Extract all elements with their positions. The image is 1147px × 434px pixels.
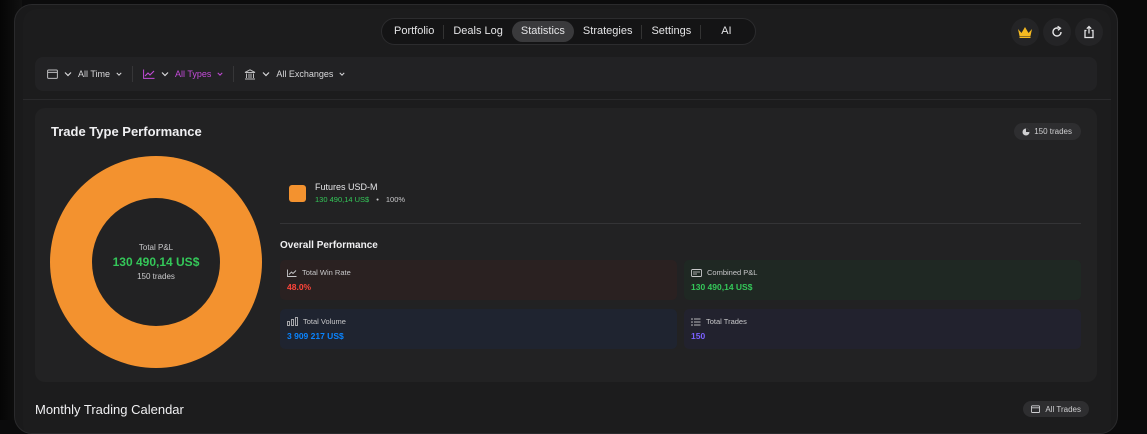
combined-pnl-stat: Combined P&L 130 490,14 US$ [684, 260, 1081, 300]
list-icon [691, 317, 701, 326]
total-pnl-value: 130 490,14 US$ [112, 255, 200, 269]
win-rate-value: 48.0% [287, 282, 312, 292]
refresh-icon[interactable] [1043, 18, 1071, 46]
legend-name: Futures USD-M [315, 182, 378, 192]
bar-chart-icon [287, 317, 298, 326]
total-trades-stat: Total Trades 150 [684, 309, 1081, 349]
total-pnl-label: Total P&L [138, 243, 174, 252]
exchange-filter[interactable]: All Exchanges [244, 68, 346, 80]
banknote-icon [691, 268, 702, 277]
win-rate-label: Total Win Rate [302, 268, 351, 277]
chevron-down-icon [64, 72, 72, 77]
calendar-icon [47, 69, 58, 79]
chevron-down-icon [262, 72, 270, 77]
filter-divider [132, 66, 134, 82]
app-content: Portfolio Deals Log Statistics Strategie… [23, 9, 1111, 433]
legend-separator: • [376, 195, 379, 204]
trades-count-badge: 150 trades [1014, 123, 1081, 140]
chevron-down-icon [217, 72, 223, 76]
top-nav: Portfolio Deals Log Statistics Strategie… [381, 18, 756, 45]
tab-settings[interactable]: Settings [642, 21, 700, 42]
combined-pnl-label: Combined P&L [707, 268, 758, 277]
tab-ai[interactable]: AI [701, 21, 751, 42]
time-filter-label: All Time [78, 69, 111, 79]
calendar-icon [1031, 405, 1041, 413]
total-trades-text: 150 trades [137, 272, 175, 281]
crown-icon[interactable] [1011, 18, 1039, 46]
header-divider [23, 99, 1111, 100]
total-volume-value: 3 909 217 US$ [287, 331, 344, 341]
chevron-down-icon [339, 72, 346, 76]
chart-line-icon [143, 69, 155, 79]
type-filter-label: All Types [175, 69, 212, 79]
all-trades-filter[interactable]: All Trades [1023, 401, 1089, 417]
bank-icon [245, 68, 256, 79]
type-filter[interactable]: All Types [143, 69, 223, 79]
total-volume-label: Total Volume [303, 317, 346, 326]
legend-item: Futures USD-M 130 490,14 US$ • 100% [289, 182, 405, 204]
total-volume-stat: Total Volume 3 909 217 US$ [280, 309, 677, 349]
legend-swatch [289, 184, 306, 202]
tab-statistics[interactable]: Statistics [511, 21, 574, 42]
top-actions [1011, 18, 1103, 46]
exchange-filter-label: All Exchanges [276, 69, 334, 79]
app-window: Portfolio Deals Log Statistics Strategie… [14, 4, 1118, 434]
chevron-down-icon [116, 72, 122, 76]
filter-divider [233, 66, 235, 82]
all-trades-label: All Trades [1045, 404, 1081, 414]
tab-strategies[interactable]: Strategies [574, 21, 642, 42]
filter-bar: All Time All Types All Exchanges [35, 57, 1097, 91]
total-trades-value: 150 [691, 331, 706, 341]
card-title: Trade Type Performance [51, 124, 202, 139]
trade-type-card: Trade Type Performance 150 trades Total … [35, 108, 1097, 382]
chevron-down-icon [161, 72, 169, 77]
time-filter[interactable]: All Time [47, 69, 122, 79]
tab-portfolio[interactable]: Portfolio [385, 21, 443, 42]
overall-performance-title: Overall Performance [280, 240, 378, 251]
legend-percent: 100% [385, 195, 406, 204]
trend-icon [287, 269, 297, 277]
donut-center: Total P&L 130 490,14 US$ 150 trades [92, 198, 220, 326]
trade-type-donut-chart: Total P&L 130 490,14 US$ 150 trades [50, 156, 262, 368]
total-trades-label: Total Trades [706, 317, 747, 326]
trades-count-text: 150 trades [1034, 127, 1072, 136]
win-rate-stat: Total Win Rate 48.0% [280, 260, 677, 300]
tab-deals-log[interactable]: Deals Log [444, 21, 512, 42]
share-icon[interactable] [1075, 18, 1103, 46]
combined-pnl-value: 130 490,14 US$ [691, 282, 753, 292]
pie-icon [1022, 128, 1030, 135]
legend-value: 130 490,14 US$ [315, 195, 370, 204]
section-divider [280, 223, 1081, 224]
calendar-title: Monthly Trading Calendar [35, 402, 184, 417]
